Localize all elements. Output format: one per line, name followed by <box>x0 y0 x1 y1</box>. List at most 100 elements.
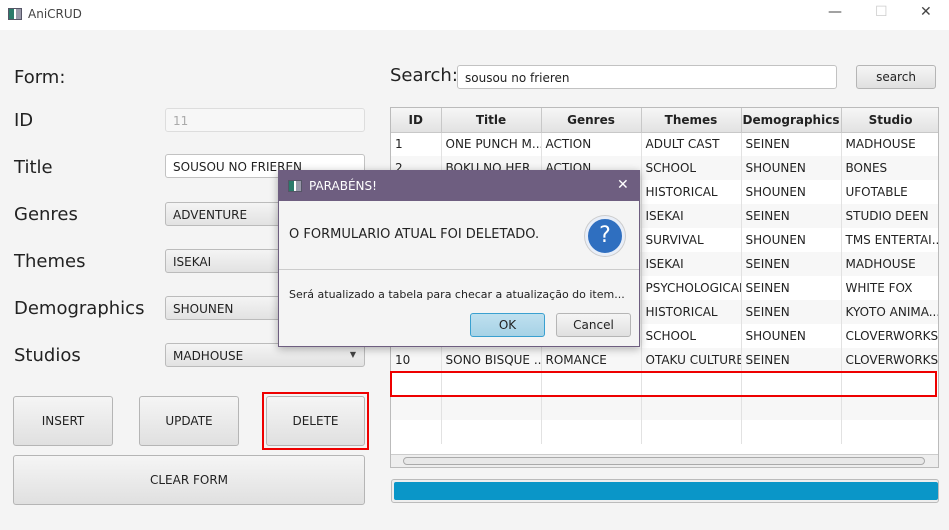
window-title: AniCRUD <box>28 7 82 21</box>
table-cell: SCHOOL <box>641 324 742 348</box>
themes-value: ISEKAI <box>173 255 212 269</box>
table-cell <box>541 396 642 420</box>
table-cell: SHOUNEN <box>741 228 842 252</box>
app-icon <box>288 180 302 192</box>
column-header-id[interactable]: ID <box>391 108 442 133</box>
table-cell: 10 <box>391 348 442 372</box>
table-cell: OTAKU CULTURE <box>641 348 742 372</box>
delete-button[interactable]: DELETE <box>266 396 365 446</box>
minimize-button[interactable]: — <box>828 4 842 20</box>
table-cell: ACTION <box>541 132 642 156</box>
table-cell: SEINEN <box>741 132 842 156</box>
column-header-demographics[interactable]: Demographics <box>741 108 842 133</box>
table-cell: SEINEN <box>741 276 842 300</box>
table-row[interactable]: 10 SONO BISQUE ... ROMANCE OTAKU CULTURE SEI… <box>391 348 938 372</box>
table-cell: CLOVERWORKS <box>841 348 938 372</box>
column-header-studio[interactable]: Studio <box>841 108 938 133</box>
table-cell: STUDIO DEEN <box>841 204 938 228</box>
id-label: ID <box>14 110 34 131</box>
table-cell: UFOTABLE <box>841 180 938 204</box>
table-cell: SHOUNEN <box>741 156 842 180</box>
table-cell <box>441 420 542 444</box>
table-cell <box>741 420 842 444</box>
table-cell: ADULT CAST <box>641 132 742 156</box>
dialog-header: O FORMULARIO ATUAL FOI DELETADO. <box>289 227 540 242</box>
table-cell <box>641 396 742 420</box>
themes-label: Themes <box>14 251 86 272</box>
title-bar: AniCRUD — ☐ ✕ <box>0 0 949 30</box>
table-cell: MADHOUSE <box>841 132 938 156</box>
question-icon: ? <box>585 216 625 256</box>
divider <box>279 269 639 270</box>
search-button[interactable]: search <box>856 65 936 89</box>
studios-label: Studios <box>14 345 81 366</box>
dialog-content: Será atualizado a tabela para checar a a… <box>289 288 625 301</box>
table-cell: SEINEN <box>741 252 842 276</box>
search-label: Search: <box>390 65 458 86</box>
title-label: Title <box>14 157 53 178</box>
table-cell <box>541 420 642 444</box>
table-cell: CLOVERWORKS <box>841 324 938 348</box>
progress-fill <box>394 482 938 500</box>
table-cell <box>741 396 842 420</box>
genres-label: Genres <box>14 204 78 225</box>
search-input[interactable]: sousou no frieren <box>457 65 837 89</box>
dialog-title-bar: PARABÉNS! ✕ <box>279 171 639 201</box>
dialog-close-icon[interactable]: ✕ <box>617 177 629 193</box>
table-cell <box>441 396 542 420</box>
close-button[interactable]: ✕ <box>920 4 932 20</box>
horizontal-scrollbar[interactable] <box>391 454 938 467</box>
scrollbar-thumb[interactable] <box>403 457 925 465</box>
table-row[interactable] <box>391 396 938 420</box>
ok-button[interactable]: OK <box>470 313 545 337</box>
demographics-value: SHOUNEN <box>173 302 234 316</box>
table-cell: SHOUNEN <box>741 324 842 348</box>
confirmation-dialog: PARABÉNS! ✕ O FORMULARIO ATUAL FOI DELET… <box>278 170 640 347</box>
table-cell: TMS ENTERTAI... <box>841 228 938 252</box>
cancel-button[interactable]: Cancel <box>556 313 631 337</box>
studios-value: MADHOUSE <box>173 349 244 363</box>
chevron-down-icon: ▼ <box>349 350 356 359</box>
genres-value: ADVENTURE <box>173 208 248 222</box>
table-cell: 1 <box>391 132 442 156</box>
table-cell: KYOTO ANIMA... <box>841 300 938 324</box>
table-cell: SEINEN <box>741 204 842 228</box>
insert-button[interactable]: INSERT <box>13 396 113 446</box>
table-cell: SCHOOL <box>641 156 742 180</box>
update-button[interactable]: UPDATE <box>139 396 239 446</box>
maximize-button[interactable]: ☐ <box>875 4 888 20</box>
table-cell <box>841 420 938 444</box>
demographics-label: Demographics <box>14 298 145 319</box>
table-row[interactable]: 1 ONE PUNCH M... ACTION ADULT CAST SEINEN MAD… <box>391 132 938 156</box>
progress-bar <box>391 479 939 503</box>
table-cell: BONES <box>841 156 938 180</box>
table-cell <box>391 396 442 420</box>
table-cell: ISEKAI <box>641 204 742 228</box>
table-cell: PSYCHOLOGICAL <box>641 276 742 300</box>
column-header-genres[interactable]: Genres <box>541 108 642 133</box>
table-cell: MADHOUSE <box>841 252 938 276</box>
table-cell: ROMANCE <box>541 348 642 372</box>
table-row[interactable] <box>391 420 938 444</box>
table-cell <box>391 420 442 444</box>
app-icon <box>8 8 22 20</box>
table-cell: ONE PUNCH M... <box>441 132 542 156</box>
selected-row-highlight <box>390 371 937 397</box>
table-cell: SEINEN <box>741 300 842 324</box>
table-cell <box>641 420 742 444</box>
form-heading: Form: <box>14 67 66 88</box>
table-cell: WHITE FOX <box>841 276 938 300</box>
table-cell: SHOUNEN <box>741 180 842 204</box>
dialog-title: PARABÉNS! <box>309 179 377 193</box>
id-field[interactable]: 11 <box>165 108 365 132</box>
table-cell: SURVIVAL <box>641 228 742 252</box>
table-cell: HISTORICAL <box>641 180 742 204</box>
clear-form-button[interactable]: CLEAR FORM <box>13 455 365 505</box>
table-cell <box>841 396 938 420</box>
column-header-title[interactable]: Title <box>441 108 542 133</box>
table-cell: SEINEN <box>741 348 842 372</box>
table-cell: SONO BISQUE ... <box>441 348 542 372</box>
table-cell: HISTORICAL <box>641 300 742 324</box>
column-header-themes[interactable]: Themes <box>641 108 742 133</box>
table-cell: ISEKAI <box>641 252 742 276</box>
